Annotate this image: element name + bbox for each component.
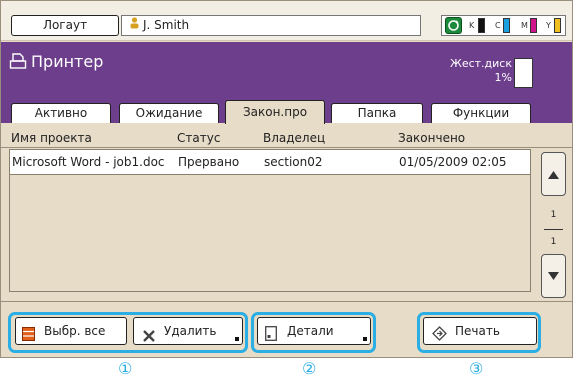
column-header-owner: Владелец [263,131,326,145]
details-icon [265,324,277,350]
row-finished: 01/05/2009 02:05 [399,155,507,169]
printer-icon [9,52,27,73]
ink-c-label: C [495,21,501,30]
corner-marker-icon [363,337,367,341]
tab-functions[interactable]: Функции [431,103,531,123]
select-all-label: Выбр. все [44,324,106,338]
disk-usage-gauge [514,58,533,88]
tab-folder[interactable]: Папка [331,103,423,123]
ink-y-bar [554,18,561,33]
ink-m-bar [530,18,537,33]
disk-label: Жест.диск [449,57,512,70]
table-header: Имя проекта Статус Владелец Закончено [1,129,572,147]
title-bar: Принтер Жест.диск 1% [1,42,572,97]
print-label: Печать [455,324,500,338]
callout-number-1: ① [118,359,133,378]
page-current: 1 [550,210,557,220]
ink-status: K C M Y [441,15,566,36]
disk-percent: 1% [494,71,512,84]
scroll-up-button[interactable] [541,152,566,196]
ink-c-bar [503,18,510,33]
callout-number-2: ② [302,359,317,378]
ink-k-bar [478,18,485,33]
print-diamond-icon [432,324,447,350]
tab-completed[interactable]: Закон.про [225,100,325,124]
delete-label: Удалить [164,324,217,338]
row-status: Прервано [178,155,240,169]
tab-bar: Активно Ожидание Закон.про Папка Функции [1,97,572,124]
printer-screen: Логаут J. Smith K C M Y Принтер Жест.дис… [0,0,573,358]
user-box: J. Smith [121,15,421,36]
job-list: Microsoft Word - job1.doc Прервано secti… [9,149,531,292]
disk-status: Жест.диск 1% [450,57,512,85]
column-header-finished: Закончено [398,131,466,145]
page-total: 1 [550,237,557,247]
row-owner: section02 [264,155,323,169]
callout-number-3: ③ [469,359,484,378]
ink-m-label: M [521,21,528,30]
select-all-button[interactable]: Выбр. все [15,317,127,345]
status-logo-icon [445,17,462,34]
user-name: J. Smith [143,18,190,32]
table-row[interactable]: Microsoft Word - job1.doc Прервано secti… [10,150,530,175]
column-header-name: Имя проекта [11,131,92,145]
ink-y-label: Y [546,21,551,30]
page-divider [544,229,563,230]
details-button[interactable]: Детали [257,317,371,345]
arrow-down-icon [548,272,559,280]
toolbar-divider [1,301,572,302]
ink-k-label: K [469,21,475,30]
user-icon [130,16,139,35]
corner-marker-icon [235,337,239,341]
details-label: Детали [287,324,334,338]
header-divider [1,147,572,148]
scroll-down-button[interactable] [541,254,566,298]
select-all-icon [22,324,35,350]
delete-button[interactable]: Удалить [133,317,243,345]
row-job-name: Microsoft Word - job1.doc [12,155,165,169]
logout-button[interactable]: Логаут [11,15,119,36]
tab-waiting[interactable]: Ожидание [119,103,219,123]
column-header-status: Статус [177,131,221,145]
arrow-up-icon [548,171,559,179]
delete-x-icon [143,325,155,351]
page-title: Принтер [31,52,104,71]
top-bar: Логаут J. Smith K C M Y [1,1,572,41]
tab-active[interactable]: Активно [11,103,111,123]
print-button[interactable]: Печать [423,317,537,345]
